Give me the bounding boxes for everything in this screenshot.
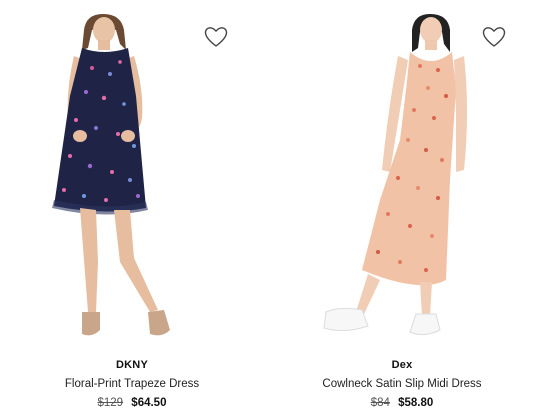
- product-card[interactable]: Dex Cowlneck Satin Slip Midi Dress $84 $…: [270, 0, 534, 410]
- product-info: DKNY Floral-Print Trapeze Dress $129 $64…: [0, 358, 264, 410]
- original-price: $84: [370, 397, 390, 409]
- product-image-peach-satin-slip-dress[interactable]: [270, 0, 534, 345]
- product-card[interactable]: DKNY Floral-Print Trapeze Dress $129 $64…: [0, 0, 264, 410]
- sale-price: $64.50: [131, 397, 167, 409]
- product-info: Dex Cowlneck Satin Slip Midi Dress $84 $…: [270, 358, 534, 410]
- product-grid: DKNY Floral-Print Trapeze Dress $129 $64…: [0, 0, 548, 410]
- price-row: $84 $58.80: [270, 396, 534, 410]
- product-name-link[interactable]: Cowlneck Satin Slip Midi Dress: [322, 377, 481, 391]
- product-image-area[interactable]: [0, 0, 264, 345]
- wishlist-heart-icon[interactable]: [482, 26, 506, 48]
- product-image-navy-floral-dress[interactable]: [0, 0, 264, 345]
- wishlist-heart-icon[interactable]: [204, 26, 228, 48]
- price-row: $129 $64.50: [0, 396, 264, 410]
- product-name-link[interactable]: Floral-Print Trapeze Dress: [65, 377, 199, 391]
- product-brand: DKNY: [116, 359, 148, 371]
- product-brand: Dex: [391, 359, 413, 371]
- product-image-area[interactable]: [270, 0, 534, 345]
- sale-price: $58.80: [398, 397, 434, 409]
- original-price: $129: [97, 397, 124, 409]
